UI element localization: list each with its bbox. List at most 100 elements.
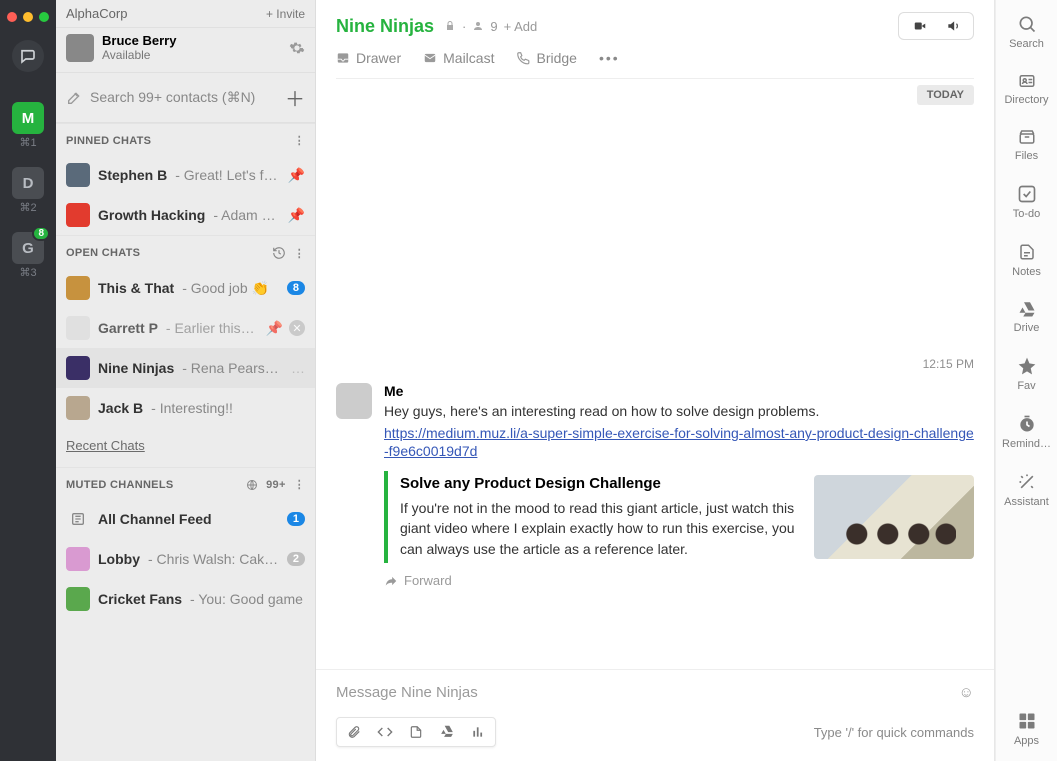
- section-open: OPEN CHATS ⋮: [56, 235, 315, 268]
- open-row-active[interactable]: Nine Ninjas - Rena Pearson: … …: [56, 348, 315, 388]
- right-todo[interactable]: To-do: [996, 184, 1057, 220]
- workspace-m[interactable]: M: [12, 102, 44, 134]
- new-chat-button[interactable]: ＋: [285, 83, 305, 112]
- invite-button[interactable]: + Invite: [266, 7, 305, 21]
- kebab-icon[interactable]: ⋮: [294, 478, 305, 491]
- pinned-row[interactable]: Stephen B - Great! Let's fin… 📌: [56, 155, 315, 195]
- search-row[interactable]: Search 99+ contacts (⌘N) ＋: [56, 72, 315, 123]
- drive-icon[interactable]: [439, 724, 455, 740]
- right-apps[interactable]: Apps: [996, 711, 1057, 747]
- profile-status: Available: [102, 49, 281, 62]
- embed-image: [814, 475, 974, 559]
- star-icon: [1017, 356, 1037, 376]
- channel-title[interactable]: Nine Ninjas: [336, 16, 434, 37]
- workspace-d[interactable]: D: [12, 167, 44, 199]
- pin-icon[interactable]: 📌: [288, 207, 305, 224]
- search-input[interactable]: Search 99+ contacts (⌘N): [90, 89, 277, 106]
- section-muted: MUTED CHANNELS 99+ ⋮: [56, 467, 315, 499]
- window-controls[interactable]: [7, 6, 49, 36]
- open-row[interactable]: Jack B - Interesting!!: [56, 388, 315, 428]
- right-rail: Search Directory Files To-do Notes Drive…: [995, 0, 1057, 761]
- more-button[interactable]: •••: [599, 50, 620, 66]
- workspace-m-shortcut: ⌘1: [19, 136, 36, 149]
- avatar[interactable]: [336, 383, 372, 419]
- pin-icon[interactable]: 📌: [288, 167, 305, 184]
- day-separator: TODAY: [917, 85, 974, 105]
- right-directory[interactable]: Directory: [996, 72, 1057, 106]
- note-icon: [1018, 242, 1036, 262]
- drawer-button[interactable]: Drawer: [336, 50, 401, 66]
- timestamp: 12:15 PM: [336, 349, 974, 377]
- muted-row[interactable]: Lobby - Chris Walsh: Cake… 2: [56, 539, 315, 579]
- main-panel: Nine Ninjas · 9 + Add Drawer: [316, 0, 995, 761]
- file-icon[interactable]: [409, 724, 423, 740]
- card-icon: [1017, 72, 1037, 90]
- lock-icon: [444, 20, 456, 32]
- wand-icon: [1017, 472, 1037, 492]
- mailcast-button[interactable]: Mailcast: [423, 50, 494, 66]
- drive-icon: [1017, 300, 1037, 318]
- right-remind[interactable]: Remind…: [996, 414, 1057, 450]
- app-logo[interactable]: [12, 40, 44, 72]
- right-search[interactable]: Search: [996, 14, 1057, 50]
- video-call-button[interactable]: [905, 17, 935, 35]
- unread-badge: 2: [287, 552, 305, 566]
- sidebar: AlphaCorp + Invite Bruce Berry Available…: [56, 0, 316, 761]
- mail-icon: [423, 51, 437, 65]
- right-notes[interactable]: Notes: [996, 242, 1057, 278]
- poll-icon[interactable]: [471, 724, 485, 740]
- open-row[interactable]: This & That - Good job 👏 8: [56, 268, 315, 308]
- history-icon[interactable]: [272, 246, 286, 260]
- forward-icon: [384, 574, 398, 588]
- gear-icon[interactable]: [289, 40, 305, 56]
- message-link[interactable]: https://medium.muz.li/a-super-simple-exe…: [384, 425, 974, 459]
- right-assistant[interactable]: Assistant: [996, 472, 1057, 508]
- pinned-row[interactable]: Growth Hacking - Adam W… 📌: [56, 195, 315, 235]
- pin-icon[interactable]: 📌: [266, 320, 283, 337]
- search-icon: [1017, 14, 1037, 34]
- apps-icon: [1017, 711, 1037, 731]
- compose-icon: [66, 90, 82, 106]
- kebab-icon[interactable]: ⋮: [294, 134, 305, 147]
- profile-name: Bruce Berry: [102, 34, 281, 48]
- message: Me Hey guys, here's an interesting read …: [336, 377, 974, 594]
- right-drive[interactable]: Drive: [996, 300, 1057, 334]
- attachment-bar: [336, 717, 496, 747]
- unread-badge: 1: [287, 512, 305, 526]
- workspace-d-shortcut: ⌘2: [19, 201, 36, 214]
- message-author: Me: [384, 383, 974, 399]
- box-icon: [1017, 128, 1037, 146]
- workspace-rail: M ⌘1 D ⌘2 G 8 ⌘3: [0, 0, 56, 761]
- embed-title: Solve any Product Design Challenge: [400, 475, 800, 492]
- link-embed[interactable]: Solve any Product Design Challenge If yo…: [384, 471, 974, 563]
- avatar[interactable]: [66, 34, 94, 62]
- right-files[interactable]: Files: [996, 128, 1057, 162]
- globe-icon: [246, 479, 258, 491]
- right-fav[interactable]: Fav: [996, 356, 1057, 392]
- code-icon[interactable]: [377, 724, 393, 740]
- check-icon: [1017, 184, 1037, 204]
- clock-icon: [1017, 414, 1037, 434]
- phone-icon: [516, 51, 530, 65]
- workspace-g-shortcut: ⌘3: [19, 266, 36, 279]
- add-members-button[interactable]: + Add: [504, 19, 538, 34]
- composer-input[interactable]: Message Nine Ninjas ☺: [336, 684, 974, 701]
- bridge-button[interactable]: Bridge: [516, 50, 576, 66]
- attach-icon[interactable]: [347, 724, 361, 740]
- audio-button[interactable]: [939, 17, 967, 35]
- workspace-g[interactable]: G 8: [12, 232, 44, 264]
- muted-row[interactable]: All Channel Feed 1: [56, 499, 315, 539]
- drawer-icon: [336, 51, 350, 65]
- members-icon: [472, 20, 484, 32]
- org-name[interactable]: AlphaCorp: [66, 6, 266, 21]
- muted-row[interactable]: Cricket Fans - You: Good game: [56, 579, 315, 619]
- emoji-button[interactable]: ☺: [959, 684, 974, 701]
- message-text: Hey guys, here's an interesting read on …: [384, 403, 974, 419]
- close-icon[interactable]: ✕: [289, 320, 305, 336]
- recent-chats-link[interactable]: Recent Chats: [56, 428, 315, 467]
- embed-description: If you're not in the mood to read this g…: [400, 498, 800, 559]
- kebab-icon[interactable]: ⋮: [294, 247, 305, 260]
- section-pinned: PINNED CHATS ⋮: [56, 123, 315, 155]
- open-row[interactable]: Garrett P - Earlier this… 📌 ✕: [56, 308, 315, 348]
- forward-button[interactable]: Forward: [384, 573, 974, 588]
